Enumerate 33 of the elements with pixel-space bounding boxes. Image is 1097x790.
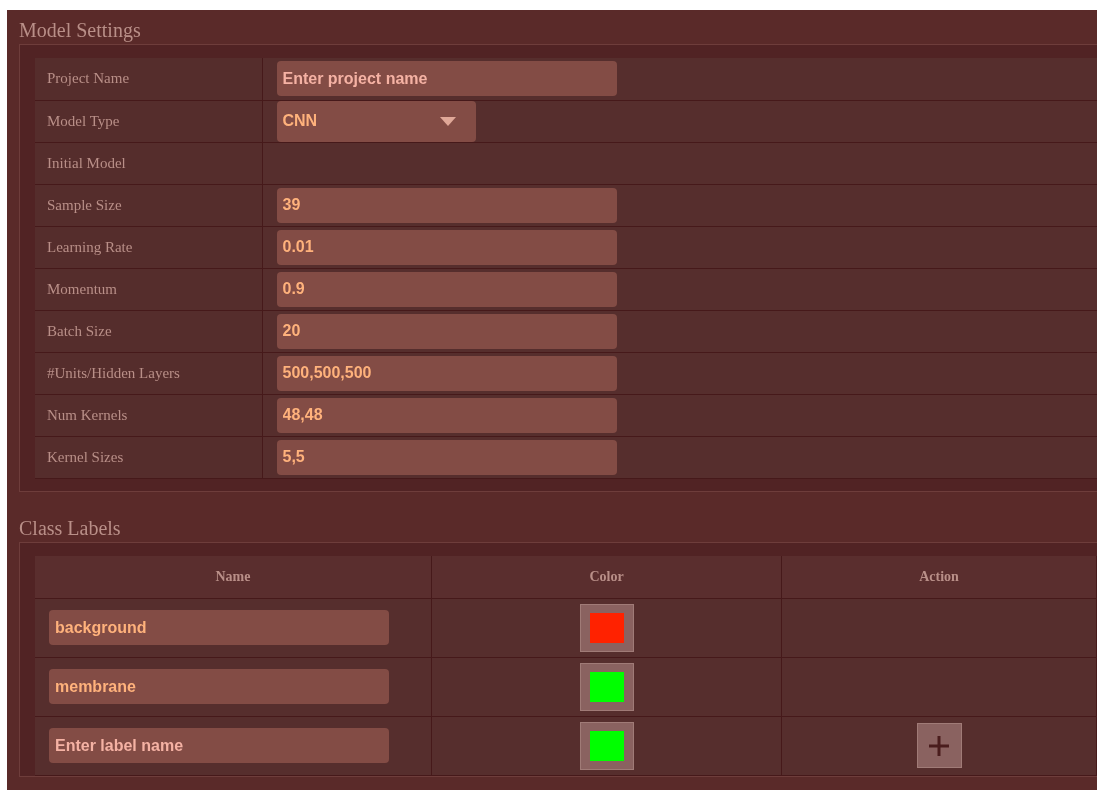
input-field[interactable]: 0.9 <box>276 271 617 307</box>
field-label: Batch Size <box>47 322 112 339</box>
input-field[interactable]: 5,5 <box>276 439 617 475</box>
color-picker[interactable] <box>579 662 634 711</box>
input-field[interactable]: 500,500,500 <box>276 355 617 391</box>
column-header: Name <box>215 568 251 584</box>
field-label: Learning Rate <box>47 238 133 255</box>
column-header: Action <box>919 568 959 584</box>
color-picker[interactable] <box>579 603 634 652</box>
input-field[interactable]: 48,48 <box>276 397 617 433</box>
add-button[interactable] <box>916 723 962 768</box>
section-title: Model Settings <box>19 18 142 44</box>
field-label: Initial Model <box>47 154 126 171</box>
input-field[interactable]: Enter project name <box>276 61 617 97</box>
field-label: Model Type <box>47 112 120 129</box>
plus-icon <box>928 734 950 757</box>
color-picker[interactable] <box>579 721 634 770</box>
label-name-field[interactable]: background <box>49 610 389 645</box>
field-label: Project Name <box>47 70 130 87</box>
section-title: Class Labels <box>19 515 122 541</box>
label-name-field[interactable]: Enter label name <box>49 728 389 763</box>
field-label: Kernel Sizes <box>47 448 124 465</box>
input-field[interactable]: 39 <box>276 187 617 223</box>
caret-icon <box>439 116 456 126</box>
model-type-dropdown[interactable]: CNN <box>276 100 476 142</box>
field-label: #Units/Hidden Layers <box>47 364 180 381</box>
label-name-field[interactable]: membrane <box>49 669 389 704</box>
field-label: Sample Size <box>47 196 122 213</box>
column-header: Color <box>589 568 624 584</box>
input-field[interactable]: 0.01 <box>276 229 617 265</box>
field-label: Num Kernels <box>47 406 128 423</box>
field-label: Momentum <box>47 280 117 297</box>
input-field[interactable]: 20 <box>276 313 617 349</box>
